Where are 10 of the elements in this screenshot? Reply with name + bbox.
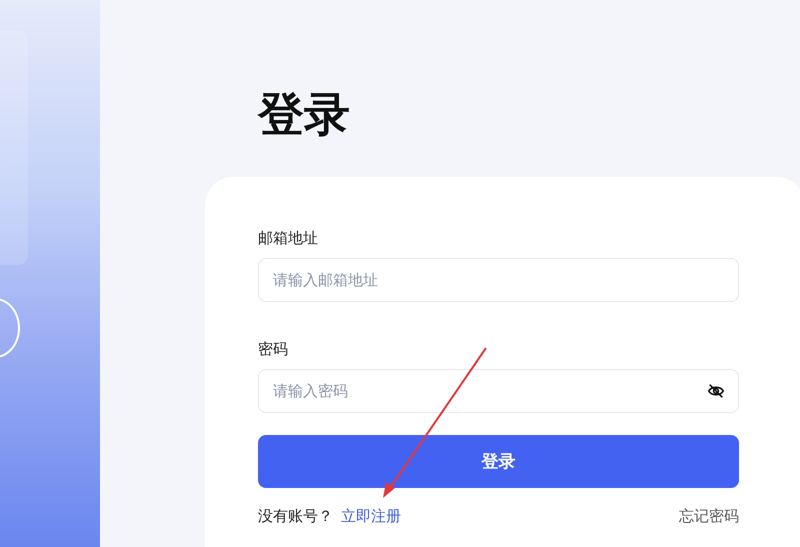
login-button[interactable]: 登录 [258,435,739,488]
forgot-password-link[interactable]: 忘记密码 [679,507,739,526]
field-label: 密码 [258,340,289,359]
password-field[interactable]: 请输入密码 [258,369,739,413]
eye-slash-icon[interactable] [707,382,725,400]
register-link[interactable]: 立即注册 [341,507,401,526]
register-prompt: 没有账号？ [258,507,333,526]
email-field[interactable]: 请输入邮箱地址 [258,258,739,302]
page-title: 登录 [258,86,351,143]
field-label: 邮箱地址 [258,229,319,248]
